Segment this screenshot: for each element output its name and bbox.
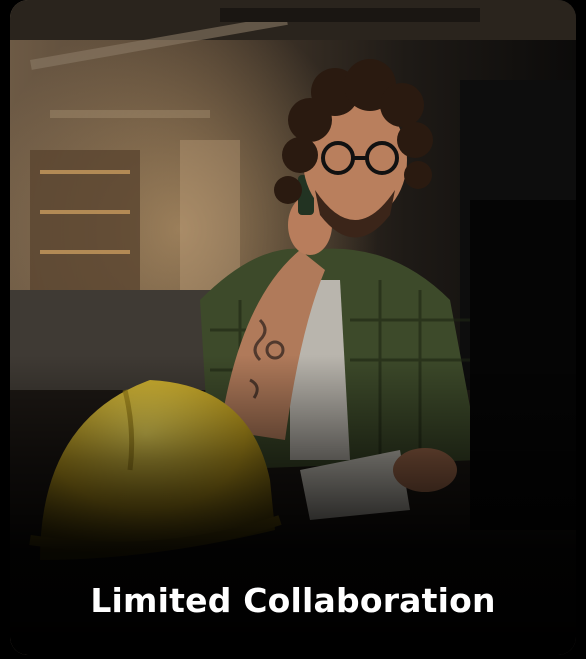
- card-title: Limited Collaboration: [90, 581, 496, 620]
- feature-card[interactable]: Limited Collaboration: [10, 0, 576, 655]
